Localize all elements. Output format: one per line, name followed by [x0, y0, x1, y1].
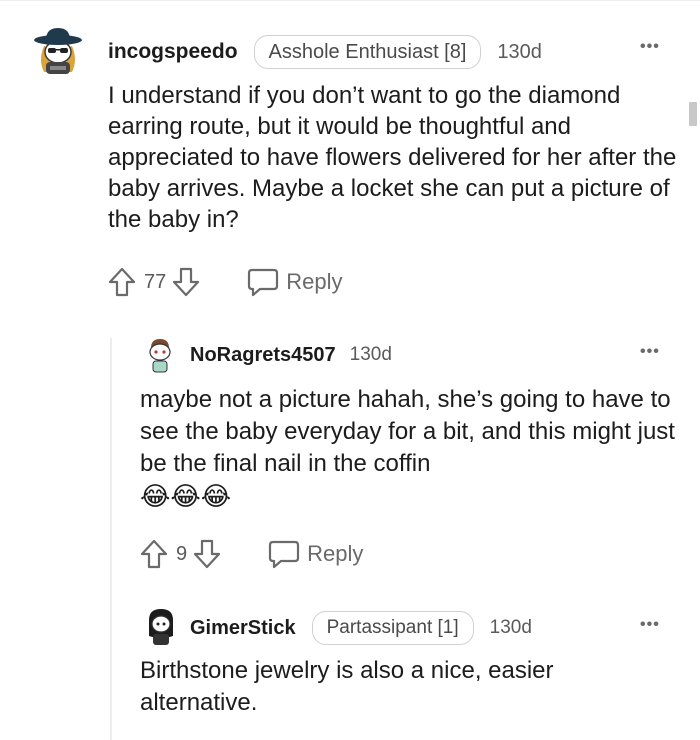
chat-bubble-icon	[246, 266, 280, 298]
upvote-icon[interactable]	[140, 538, 168, 570]
upvote-icon[interactable]	[108, 266, 136, 298]
reply-button[interactable]: Reply	[267, 538, 363, 570]
avatar[interactable]	[32, 24, 84, 76]
vote-count: 77	[144, 270, 167, 293]
user-flair: Asshole Enthusiast [8]	[253, 35, 482, 69]
top-divider	[0, 0, 700, 1]
reply-button[interactable]: Reply	[246, 266, 343, 298]
comment-actions: 77 Reply	[108, 264, 343, 300]
comment-body-container: maybe not a picture hahah, she’s going t…	[140, 384, 685, 514]
comment-actions: 9 Reply	[140, 536, 363, 572]
avatar[interactable]	[143, 336, 177, 376]
comment-body: Birthstone jewelry is also a nice, easie…	[140, 657, 554, 716]
downvote-icon[interactable]	[172, 266, 200, 298]
comment-age: 130d	[489, 617, 532, 638]
comment-age: 130d	[349, 344, 392, 365]
scrollbar-thumb[interactable]	[689, 102, 697, 126]
comment-body: maybe not a picture hahah, she’s going t…	[140, 386, 675, 477]
laughing-emoji: 😂😂😂	[140, 481, 232, 511]
more-options-icon[interactable]: •••	[640, 38, 660, 56]
more-options-icon[interactable]: •••	[640, 343, 660, 361]
more-options-icon[interactable]: •••	[640, 616, 660, 634]
avatar[interactable]	[143, 606, 179, 648]
comment-age: 130d	[497, 40, 542, 63]
username[interactable]: incogspeedo	[108, 40, 238, 64]
downvote-icon[interactable]	[193, 538, 221, 570]
username[interactable]: GimerStick	[190, 617, 296, 640]
chat-bubble-icon	[267, 538, 301, 570]
comment-body: I understand if you don’t want to go the…	[108, 82, 677, 233]
snoo-avatar-icon	[32, 24, 84, 76]
username[interactable]: NoRagrets4507	[190, 344, 336, 367]
vote-count: 9	[176, 542, 188, 565]
thread-line[interactable]	[110, 338, 112, 740]
reply-label: Reply	[307, 541, 364, 566]
snoo-avatar-icon	[143, 606, 179, 648]
snoo-avatar-icon	[143, 336, 177, 376]
reply-label: Reply	[286, 269, 343, 294]
user-flair: Partassipant [1]	[311, 611, 474, 645]
